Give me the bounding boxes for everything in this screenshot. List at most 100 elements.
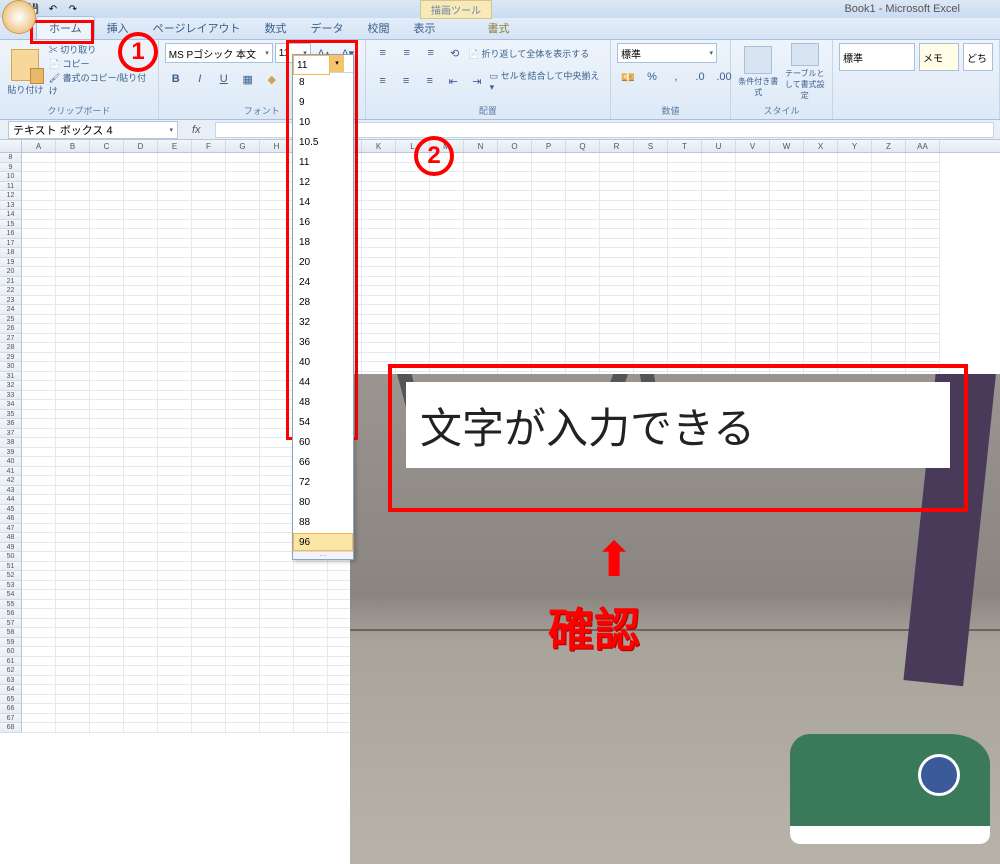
font-size-option[interactable]: 9	[293, 93, 353, 113]
cell[interactable]	[124, 505, 158, 515]
paste-button[interactable]: 貼り付け	[6, 43, 45, 101]
cell[interactable]	[22, 419, 56, 429]
cell[interactable]	[56, 695, 90, 705]
row-header[interactable]: 20	[0, 267, 22, 277]
cell[interactable]	[158, 666, 192, 676]
cell[interactable]	[260, 153, 294, 163]
cell[interactable]	[22, 267, 56, 277]
column-header[interactable]: N	[464, 140, 498, 152]
cell[interactable]	[260, 600, 294, 610]
cell[interactable]	[90, 429, 124, 439]
cell[interactable]	[906, 258, 940, 268]
cell[interactable]	[226, 543, 260, 553]
row-header[interactable]: 24	[0, 305, 22, 315]
decrease-indent-icon[interactable]: ⇤	[442, 71, 464, 91]
row-header[interactable]: 14	[0, 210, 22, 220]
cell[interactable]	[124, 657, 158, 667]
cell[interactable]	[22, 609, 56, 619]
cell[interactable]	[192, 524, 226, 534]
row-header[interactable]: 66	[0, 704, 22, 714]
cell[interactable]	[906, 343, 940, 353]
cell[interactable]	[22, 210, 56, 220]
cell[interactable]	[260, 486, 294, 496]
font-size-input[interactable]: 11	[293, 55, 330, 75]
cell[interactable]	[430, 191, 464, 201]
cell[interactable]	[192, 315, 226, 325]
cell[interactable]	[532, 334, 566, 344]
cell[interactable]	[260, 362, 294, 372]
cell[interactable]	[124, 476, 158, 486]
cell[interactable]	[906, 210, 940, 220]
cell[interactable]	[56, 258, 90, 268]
align-bottom-icon[interactable]: ≡	[420, 43, 442, 63]
align-center-icon[interactable]: ≡	[395, 71, 417, 91]
cell[interactable]	[226, 505, 260, 515]
cell[interactable]	[396, 258, 430, 268]
cell[interactable]	[566, 172, 600, 182]
column-header[interactable]: O	[498, 140, 532, 152]
cell[interactable]	[634, 182, 668, 192]
cell[interactable]	[498, 210, 532, 220]
cell[interactable]	[90, 552, 124, 562]
cell[interactable]	[872, 239, 906, 249]
cell[interactable]	[56, 524, 90, 534]
align-top-icon[interactable]: ≡	[372, 43, 394, 63]
cell[interactable]	[90, 533, 124, 543]
cell[interactable]	[90, 334, 124, 344]
cell[interactable]	[770, 172, 804, 182]
cell[interactable]	[56, 467, 90, 477]
cell[interactable]	[226, 191, 260, 201]
cell[interactable]	[566, 305, 600, 315]
cell[interactable]	[770, 210, 804, 220]
cell[interactable]	[226, 201, 260, 211]
dropdown-resize-handle[interactable]: ⋯	[293, 551, 353, 559]
cell[interactable]	[226, 581, 260, 591]
cell[interactable]	[566, 343, 600, 353]
cell[interactable]	[736, 239, 770, 249]
cell[interactable]	[906, 305, 940, 315]
font-size-option[interactable]: 16	[293, 213, 353, 233]
font-size-option[interactable]: 14	[293, 193, 353, 213]
cell[interactable]	[226, 248, 260, 258]
cell[interactable]	[124, 410, 158, 420]
cell[interactable]	[124, 647, 158, 657]
cell[interactable]	[158, 505, 192, 515]
cell[interactable]	[736, 296, 770, 306]
cell[interactable]	[56, 609, 90, 619]
cell[interactable]	[362, 286, 396, 296]
cell[interactable]	[158, 647, 192, 657]
cell[interactable]	[634, 220, 668, 230]
cell[interactable]	[498, 191, 532, 201]
row-header[interactable]: 44	[0, 495, 22, 505]
cell[interactable]	[668, 258, 702, 268]
orientation-icon[interactable]: ⟲	[444, 43, 466, 63]
cell[interactable]	[56, 476, 90, 486]
row-header[interactable]: 18	[0, 248, 22, 258]
cell[interactable]	[872, 210, 906, 220]
cell[interactable]	[22, 324, 56, 334]
cell[interactable]	[226, 704, 260, 714]
cell[interactable]	[192, 590, 226, 600]
cell[interactable]	[226, 714, 260, 724]
cell[interactable]	[90, 695, 124, 705]
cell[interactable]	[260, 191, 294, 201]
cell[interactable]	[804, 210, 838, 220]
row-header[interactable]: 50	[0, 552, 22, 562]
cell[interactable]	[872, 258, 906, 268]
cell[interactable]	[90, 505, 124, 515]
row-header[interactable]: 29	[0, 353, 22, 363]
cell[interactable]	[396, 267, 430, 277]
cell[interactable]	[192, 467, 226, 477]
row-header[interactable]: 53	[0, 581, 22, 591]
cell[interactable]	[124, 210, 158, 220]
cell[interactable]	[260, 619, 294, 629]
cell[interactable]	[124, 685, 158, 695]
row-header[interactable]: 40	[0, 457, 22, 467]
cell[interactable]	[294, 628, 328, 638]
cell[interactable]	[192, 600, 226, 610]
cell[interactable]	[124, 704, 158, 714]
row-header[interactable]: 68	[0, 723, 22, 733]
cell[interactable]	[226, 277, 260, 287]
cell[interactable]	[532, 267, 566, 277]
cell[interactable]	[702, 191, 736, 201]
